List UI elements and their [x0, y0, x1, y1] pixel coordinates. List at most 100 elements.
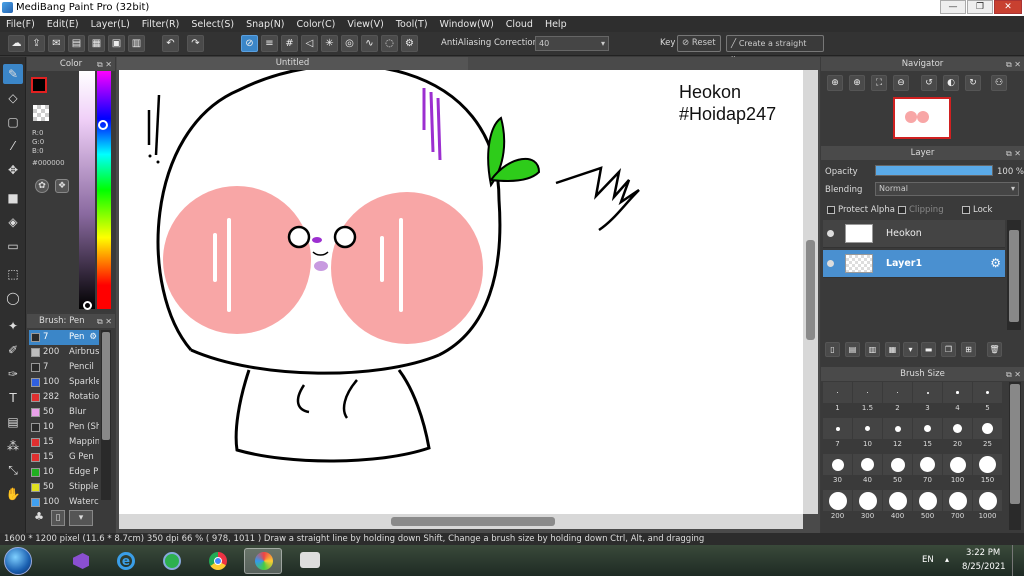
taskbar-chrome[interactable]	[198, 548, 236, 574]
layer-row-heokon[interactable]: Heokon	[823, 220, 1005, 248]
curve-snap-icon[interactable]: ∿	[361, 35, 378, 52]
clipping-option[interactable]: Clipping	[898, 205, 944, 215]
gradation-tool-icon[interactable]: ▭	[3, 236, 23, 256]
panel-pin-icon[interactable]: ⧉ ✕	[97, 315, 112, 329]
taskbar-coc-coc[interactable]	[152, 548, 190, 574]
duplicate-layer-icon[interactable]: ❐	[941, 342, 956, 357]
clock-date[interactable]: 8/25/2021	[962, 562, 1006, 572]
flip-icon[interactable]: ◐	[943, 75, 959, 91]
taskbar-paint[interactable]	[290, 548, 328, 574]
eraser-tool-icon[interactable]: ◇	[3, 88, 23, 108]
show-desktop-button[interactable]	[1012, 545, 1024, 576]
brush-size-cell[interactable]: 150	[973, 454, 1002, 484]
hue-handle[interactable]	[98, 120, 108, 130]
color-set-icon[interactable]: ❖	[55, 179, 69, 193]
brush-size-cell[interactable]: 7	[823, 418, 852, 448]
folder-icon[interactable]: ▬	[921, 342, 936, 357]
redo-icon[interactable]: ↷	[187, 35, 204, 52]
brush-size-cell[interactable]: 10	[853, 418, 882, 448]
zoom-plus-icon[interactable]: ⊕	[849, 75, 865, 91]
brush-menu-icon[interactable]: ▾	[69, 510, 93, 526]
brush-item[interactable]: 100 Sparkle	[29, 375, 99, 390]
taskbar-medibang[interactable]	[244, 548, 282, 574]
bucket-tool-icon[interactable]: ◈	[3, 212, 23, 232]
canvas-vertical-scrollbar[interactable]	[803, 70, 818, 514]
brush-size-cell[interactable]: 500	[913, 490, 942, 520]
brush-item[interactable]: 200 Airbrush	[29, 345, 99, 360]
brush-size-cell[interactable]: 40	[853, 454, 882, 484]
brush-list-scrollbar[interactable]	[101, 330, 111, 500]
brush-size-cell[interactable]: 5	[973, 382, 1002, 412]
clock-time[interactable]: 3:22 PM	[966, 548, 1000, 558]
menu-file[interactable]: File(F)	[6, 19, 35, 30]
menu-snap[interactable]: Snap(N)	[246, 19, 284, 30]
protect-alpha-checkbox[interactable]	[827, 205, 835, 214]
layer-list-scrollbar[interactable]	[1007, 220, 1021, 330]
save-icon[interactable]: ▦	[88, 35, 105, 52]
new-halftone-layer-icon[interactable]: ▤	[845, 342, 860, 357]
hand-tool-icon[interactable]: ✋	[3, 484, 23, 504]
tray-arrow-icon[interactable]: ▴	[945, 555, 949, 564]
lasso-tool-icon[interactable]: ◯	[3, 288, 23, 308]
hue-slider[interactable]	[97, 71, 111, 309]
brush-settings-gear-icon[interactable]: ⚙	[89, 330, 97, 345]
menu-cloud[interactable]: Cloud	[506, 19, 533, 30]
brush-size-scrollbar-thumb[interactable]	[1010, 384, 1020, 504]
brush-size-cell[interactable]: 300	[853, 490, 882, 520]
lock-option[interactable]: Lock	[962, 205, 992, 215]
opacity-slider[interactable]	[875, 165, 993, 176]
language-indicator[interactable]: EN	[922, 555, 934, 565]
divide-tool-icon[interactable]: ▤	[3, 412, 23, 432]
brush-size-cell[interactable]: 20	[943, 418, 972, 448]
drawing-canvas[interactable]: Heokon #Hoidap247	[119, 70, 803, 514]
brush-size-cell[interactable]: 200	[823, 490, 852, 520]
brush-size-cell[interactable]: 4	[943, 382, 972, 412]
close-button[interactable]: ✕	[994, 0, 1022, 14]
visibility-eye-icon[interactable]	[827, 260, 834, 267]
brush-add-icon[interactable]: ♣	[31, 510, 47, 526]
new-layer-icon[interactable]: ▯	[825, 342, 840, 357]
brush-size-cell[interactable]: 400	[883, 490, 912, 520]
brush-item[interactable]: 282 Rotation	[29, 390, 99, 405]
start-button[interactable]	[4, 547, 32, 575]
brush-item[interactable]: 100 Waterc	[29, 495, 99, 510]
clipping-checkbox[interactable]	[898, 205, 906, 214]
palette-icon[interactable]: ✿	[35, 179, 49, 193]
brush-size-cell[interactable]: 12	[883, 418, 912, 448]
brush-item[interactable]: 50 Blur	[29, 405, 99, 420]
brush-size-cell[interactable]: 30	[823, 454, 852, 484]
create-straight-line-button[interactable]: ╱ Create a straight line	[726, 35, 824, 64]
layer-row-layer1[interactable]: Layer1 ⚙	[823, 250, 1005, 278]
correction-select[interactable]: 40 ▾	[535, 36, 609, 51]
navigator-preview[interactable]	[893, 97, 951, 139]
brush-item[interactable]: 15 Mapping	[29, 435, 99, 450]
brightness-handle[interactable]	[83, 301, 92, 310]
rotate-right-icon[interactable]: ↻	[965, 75, 981, 91]
brush-item[interactable]: 10 Pen (Sh	[29, 420, 99, 435]
visibility-eye-icon[interactable]	[827, 230, 834, 237]
transform-tool-icon[interactable]: ⤡	[3, 460, 23, 480]
new-1bit-layer-icon[interactable]: ▦	[885, 342, 900, 357]
material-icon[interactable]: ▣	[108, 35, 125, 52]
add-layer-menu-icon[interactable]: ▾	[903, 342, 918, 357]
lock-checkbox[interactable]	[962, 205, 970, 214]
fit-screen-icon[interactable]: ⛶	[871, 75, 887, 91]
brush-size-cell[interactable]: 70	[913, 454, 942, 484]
transparent-swatch[interactable]	[33, 105, 49, 121]
menu-filter[interactable]: Filter(R)	[142, 19, 180, 30]
circle-snap-icon[interactable]: ◎	[341, 35, 358, 52]
menu-select[interactable]: Select(S)	[191, 19, 234, 30]
cloud-icon[interactable]: ☁	[8, 35, 25, 52]
blending-select[interactable]: Normal ▾	[875, 182, 1019, 196]
brush-item[interactable]: 10 Edge P	[29, 465, 99, 480]
brush-item[interactable]: 7 Pen ⚙	[29, 330, 99, 345]
select-eraser-tool-icon[interactable]: ✑	[3, 364, 23, 384]
select-pen-tool-icon[interactable]: ✐	[3, 340, 23, 360]
zoom-in-icon[interactable]: ⊕	[827, 75, 843, 91]
chat-icon[interactable]: ✉	[48, 35, 65, 52]
brush-new-icon[interactable]: ▯	[51, 510, 65, 526]
text-tool-icon[interactable]: T	[3, 388, 23, 408]
panel-pin-icon[interactable]: ⧉ ✕	[97, 58, 112, 72]
snap-settings-gear-icon[interactable]: ⚙	[401, 35, 418, 52]
magic-wand-tool-icon[interactable]: ✦	[3, 316, 23, 336]
